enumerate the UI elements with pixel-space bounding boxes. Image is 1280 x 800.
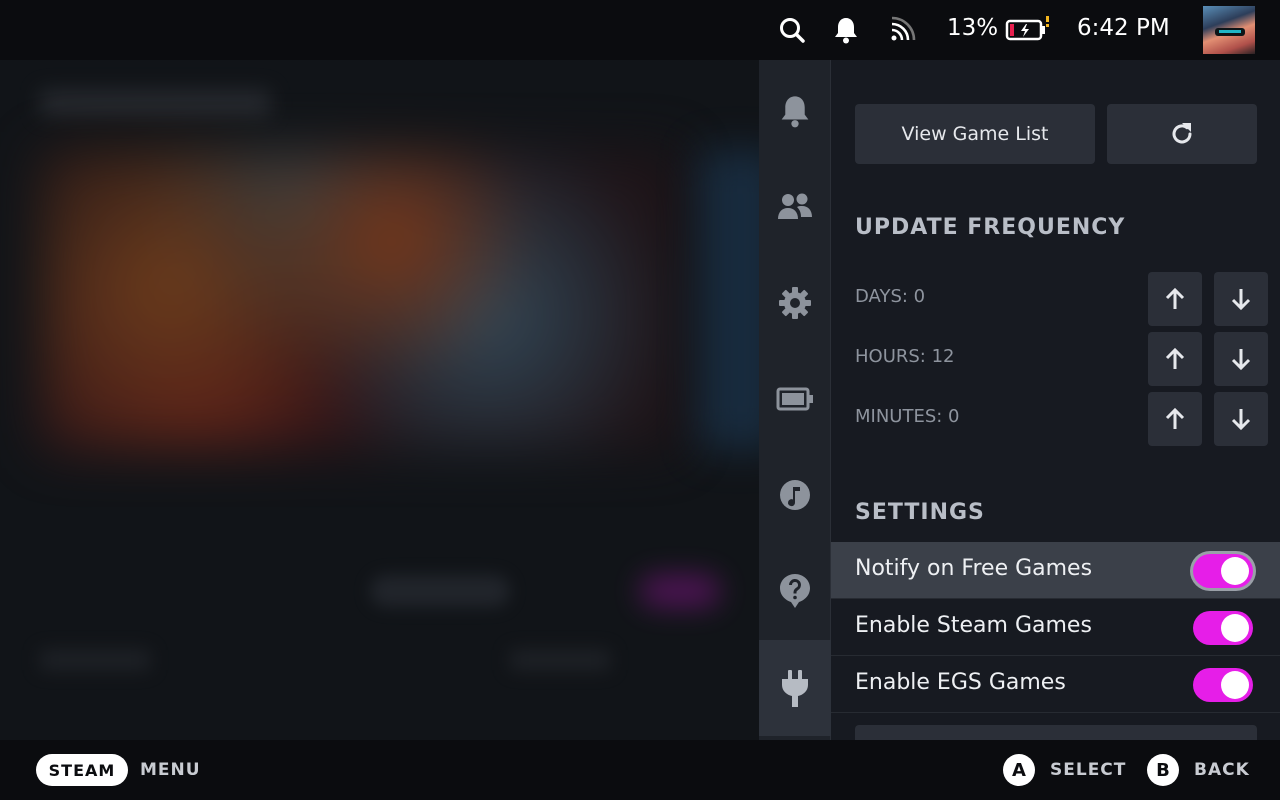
wifi-icon [886, 14, 918, 46]
blurred-background [0, 60, 760, 740]
battery-charging-icon [1005, 14, 1051, 46]
user-avatar[interactable] [1203, 6, 1255, 54]
toggle-label: Enable Steam Games [855, 613, 1092, 638]
days-value: DAYS: 0 [855, 286, 926, 307]
clock: 6:42 PM [1077, 15, 1170, 41]
rail-item-help[interactable] [759, 543, 831, 639]
quick-access-tab-rail [759, 60, 831, 740]
top-status-bar: 13% 6:42 PM [0, 0, 1280, 60]
notify-free-games-row[interactable]: Notify on Free Games [831, 542, 1280, 599]
rail-item-friends[interactable] [759, 159, 831, 255]
hours-decrease-button[interactable] [1214, 332, 1268, 386]
plugin-panel: View Game List UPDATE FREQUENCY DAYS: 0 … [831, 60, 1280, 740]
bell-icon [781, 96, 809, 128]
battery-percent: 13% [947, 15, 999, 41]
gear-icon [779, 287, 811, 319]
days-increase-button[interactable] [1148, 272, 1202, 326]
arrow-down-icon [1231, 289, 1251, 311]
settings-heading: SETTINGS [855, 500, 985, 525]
enable-steam-games-toggle[interactable] [1193, 611, 1253, 645]
arrow-up-icon [1165, 347, 1185, 369]
battery-icon [776, 387, 813, 411]
refresh-icon [1172, 123, 1192, 144]
days-decrease-button[interactable] [1214, 272, 1268, 326]
minutes-decrease-button[interactable] [1214, 392, 1268, 446]
plug-icon [782, 670, 808, 707]
menu-label: MENU [140, 760, 201, 780]
rail-item-music[interactable] [759, 447, 831, 543]
bottom-hint-bar: STEAM MENU A SELECT B BACK [0, 740, 1280, 800]
update-frequency-heading: UPDATE FREQUENCY [855, 215, 1126, 240]
rail-item-settings[interactable] [759, 255, 831, 351]
refresh-button[interactable] [1107, 104, 1257, 164]
partially-visible-button[interactable] [855, 725, 1257, 740]
toggle-label: Enable EGS Games [855, 670, 1066, 695]
minutes-value: MINUTES: 0 [855, 406, 960, 427]
arrow-up-icon [1165, 407, 1185, 429]
help-icon [780, 574, 810, 608]
arrow-up-icon [1165, 287, 1185, 309]
hours-increase-button[interactable] [1148, 332, 1202, 386]
enable-egs-games-row[interactable]: Enable EGS Games [831, 656, 1280, 713]
toggle-label: Notify on Free Games [855, 556, 1093, 581]
rail-item-notifications[interactable] [759, 63, 831, 159]
music-icon [780, 480, 810, 510]
b-button-glyph: B [1147, 754, 1179, 786]
minutes-increase-button[interactable] [1148, 392, 1202, 446]
rail-item-plugins[interactable] [759, 640, 831, 736]
hours-value: HOURS: 12 [855, 346, 955, 367]
arrow-down-icon [1231, 349, 1251, 371]
view-game-list-button[interactable]: View Game List [855, 104, 1095, 164]
friends-icon [778, 193, 812, 219]
enable-egs-games-toggle[interactable] [1193, 668, 1253, 702]
a-button-glyph: A [1003, 754, 1035, 786]
notify-free-games-toggle[interactable] [1193, 554, 1253, 588]
back-label: BACK [1194, 760, 1250, 780]
search-icon[interactable] [776, 14, 808, 46]
bell-icon[interactable] [830, 14, 862, 46]
steam-button[interactable]: STEAM [36, 754, 128, 786]
arrow-down-icon [1231, 409, 1251, 431]
select-label: SELECT [1050, 760, 1127, 780]
rail-item-performance[interactable] [759, 351, 831, 447]
enable-steam-games-row[interactable]: Enable Steam Games [831, 599, 1280, 656]
